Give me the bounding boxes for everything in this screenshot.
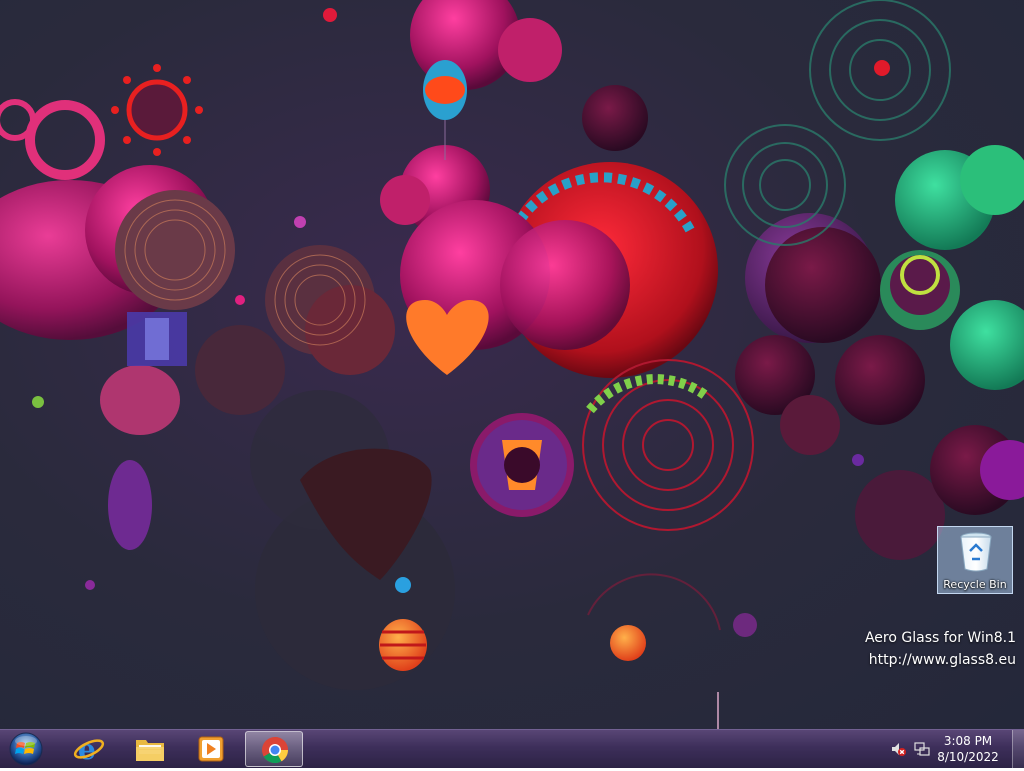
taskbar-internet-explorer[interactable]: e [60, 731, 118, 767]
internet-explorer-icon: e [73, 734, 105, 764]
taskbar-media-player[interactable] [182, 731, 240, 767]
taskbar-file-explorer[interactable] [121, 731, 179, 767]
aero-glass-watermark: Aero Glass for Win8.1 http://www.glass8.… [865, 627, 1016, 671]
svg-text:e: e [78, 734, 96, 764]
chrome-icon [262, 737, 289, 764]
recycle-bin-shortcut[interactable]: Recycle Bin [937, 526, 1013, 594]
volume-muted-icon[interactable] [890, 741, 906, 757]
file-explorer-icon [136, 740, 164, 761]
media-player-icon [198, 736, 224, 762]
watermark-title: Aero Glass for Win8.1 [864, 630, 1016, 646]
taskbar[interactable]: e 3:08 PM 8/10/2022 [0, 729, 1024, 768]
taskbar-chrome[interactable] [245, 731, 303, 767]
start-button[interactable] [6, 731, 46, 767]
network-icon[interactable] [914, 741, 930, 757]
wallpaper [0, 0, 1024, 729]
recycle-bin-label: Recycle Bin [943, 578, 1007, 591]
windows-start-icon [9, 732, 43, 766]
taskbar-clock[interactable]: 3:08 PM 8/10/2022 [936, 733, 1000, 765]
clock-date: 8/10/2022 [937, 750, 999, 764]
watermark-url: http://www.glass8.eu [868, 652, 1016, 668]
recycle-bin-icon [958, 531, 994, 573]
show-desktop-button[interactable] [1012, 730, 1024, 768]
clock-time: 3:08 PM [943, 734, 993, 748]
desktop[interactable]: Recycle Bin Aero Glass for Win8.1 http:/… [0, 0, 1024, 729]
